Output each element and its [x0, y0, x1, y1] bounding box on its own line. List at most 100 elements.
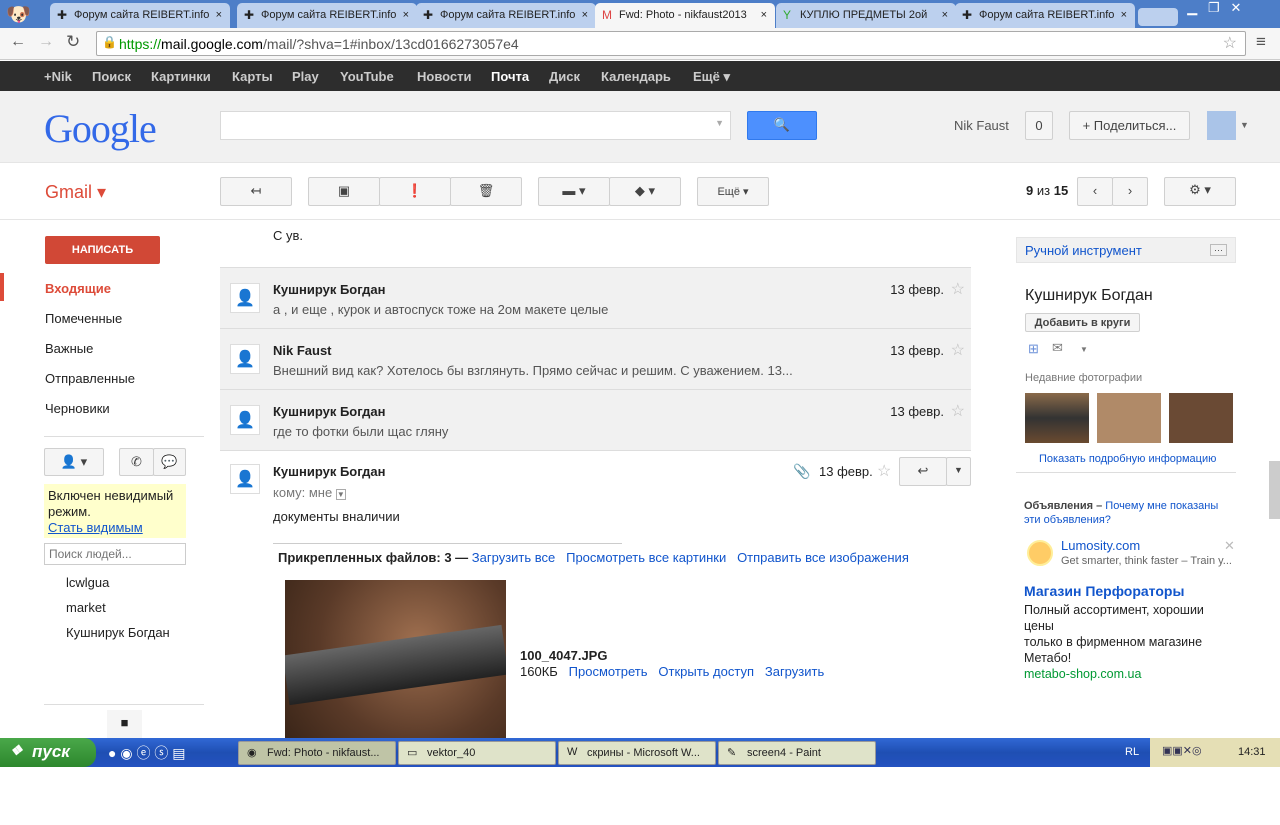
mail-icon[interactable]: ✉ — [1052, 340, 1063, 356]
contact-item[interactable]: market — [66, 600, 106, 615]
star-icon[interactable]: ☆ — [951, 401, 965, 421]
share-button[interactable]: + Поделиться... — [1069, 111, 1190, 140]
view-link[interactable]: Просмотреть — [569, 664, 648, 679]
reload-icon[interactable]: ↻ — [66, 32, 80, 52]
star-icon[interactable]: ☆ — [877, 461, 891, 481]
recent-photo[interactable] — [1097, 393, 1161, 443]
gbar-item[interactable]: Play — [292, 69, 319, 84]
related-header[interactable]: Ручной инструмент ··· — [1016, 237, 1236, 263]
account-avatar[interactable] — [1207, 111, 1236, 140]
reply-button[interactable]: ↩ — [899, 457, 947, 486]
scrollbar-thumb[interactable] — [1269, 461, 1280, 519]
labels-button[interactable]: ◆ ▾ — [609, 177, 681, 206]
download-link[interactable]: Загрузить — [765, 664, 824, 679]
sidebar-item-drafts[interactable]: Черновики — [45, 401, 110, 416]
browser-tab[interactable]: ✚ Форум сайта REIBERT.info × — [237, 3, 417, 28]
gbar-item[interactable]: Карты — [232, 69, 273, 84]
gbar-item-active[interactable]: Почта — [491, 69, 529, 84]
sidebar-item-starred[interactable]: Помеченные — [45, 311, 122, 326]
report-spam-button[interactable]: ❗ — [379, 177, 451, 206]
chat-plus-icon[interactable]: ⊞ — [1028, 341, 1039, 357]
gbar-item[interactable]: Ещё ▾ — [693, 69, 730, 85]
contact-item[interactable]: lcwlgua — [66, 575, 109, 590]
attachment-thumbnail[interactable] — [285, 580, 506, 738]
add-to-circles-button[interactable]: Добавить в круги — [1025, 313, 1140, 332]
forward-icon[interactable]: → — [38, 33, 54, 51]
phone-icon[interactable]: ✆ — [119, 448, 154, 476]
view-all-link[interactable]: Просмотреть все картинки — [566, 550, 726, 565]
delete-button[interactable]: 🗑 — [450, 177, 522, 206]
newer-button[interactable]: ‹ — [1077, 177, 1113, 206]
browser-tab[interactable]: ✚ Форум сайта REIBERT.info × — [50, 3, 230, 28]
chevron-down-icon[interactable]: ▼ — [1240, 120, 1249, 130]
search-input[interactable]: ▼ — [220, 111, 731, 140]
close-tab-icon[interactable]: × — [403, 9, 409, 21]
chat-status-button[interactable]: 👤 ▾ — [44, 448, 104, 476]
contact-name[interactable]: Кушнирук Богдан — [1025, 287, 1153, 305]
be-visible-link[interactable]: Стать видимым — [48, 520, 143, 535]
more-button[interactable]: Ещё ▾ — [697, 177, 769, 206]
sidebar-item-sent[interactable]: Отправленные — [45, 371, 135, 386]
clock[interactable]: 14:31 — [1238, 746, 1266, 758]
sidebar-item-important[interactable]: Важные — [45, 341, 93, 356]
recent-photo[interactable] — [1025, 393, 1089, 443]
download-all-link[interactable]: Загрузить все — [472, 550, 555, 565]
star-icon[interactable]: ☆ — [951, 279, 965, 299]
close-tab-icon[interactable]: × — [582, 9, 588, 21]
share-link[interactable]: Открыть доступ — [658, 664, 754, 679]
recipient-line[interactable]: кому: мне ▼ — [273, 485, 346, 500]
gbar-item[interactable]: Календарь — [601, 69, 671, 84]
recent-photo[interactable] — [1169, 393, 1233, 443]
browser-tab[interactable]: ✚ Форум сайта REIBERT.info × — [955, 3, 1135, 28]
gmail-menu[interactable]: Gmail ▾ — [45, 182, 106, 203]
collapsed-message[interactable]: 👤 Nik Faust Внешний вид как? Хотелось бы в… — [220, 328, 971, 389]
show-details-link[interactable]: Показать подробную информацию — [1039, 453, 1216, 465]
compose-button[interactable]: НАПИСАТЬ — [45, 236, 160, 264]
gbar-item[interactable]: Новости — [417, 69, 472, 84]
sidebar-item-inbox[interactable]: Входящие — [45, 281, 111, 296]
chat-icon[interactable]: 💬 — [153, 448, 186, 476]
archive-button[interactable]: ▣ — [308, 177, 380, 206]
collapsed-message[interactable]: 👤 Кушнирук Богдан а , и еще , курок и авто… — [220, 267, 971, 328]
address-bar[interactable]: 🔒 https://mail.google.com/mail/?shva=1#in… — [96, 31, 1246, 56]
close-tab-icon[interactable]: × — [761, 9, 767, 21]
close-icon[interactable]: ✕ — [1224, 538, 1235, 554]
back-icon[interactable]: ← — [10, 33, 26, 51]
browser-tab-active[interactable]: M Fwd: Photo - nikfaust2013 × — [595, 3, 775, 28]
taskbar-item[interactable]: Wскрины - Microsoft W... — [558, 741, 716, 765]
send-all-link[interactable]: Отправить все изображения — [737, 550, 909, 565]
menu-icon[interactable]: ≡ — [1256, 32, 1266, 52]
settings-button[interactable]: ⚙ ▾ — [1164, 177, 1236, 206]
gbar-item[interactable]: YouTube — [340, 69, 394, 84]
more-actions-button[interactable]: ▼ — [946, 457, 971, 486]
chat-toggle-icon[interactable]: ■ — [107, 710, 142, 738]
close-tab-icon[interactable]: × — [216, 9, 222, 21]
taskbar-item[interactable]: ✎ screen4 - Paint — [718, 741, 876, 765]
back-to-inbox-button[interactable]: ↤ — [220, 177, 292, 206]
close-tab-icon[interactable]: × — [1121, 9, 1127, 21]
taskbar-item[interactable]: ▭ vektor_40 — [398, 741, 556, 765]
notifications-button[interactable]: 0 — [1025, 111, 1053, 140]
gbar-item[interactable]: Диск — [549, 69, 580, 84]
older-button[interactable]: › — [1112, 177, 1148, 206]
profile-avatar-icon[interactable]: 🐶 — [6, 2, 31, 27]
gbar-item[interactable]: Поиск — [92, 69, 131, 84]
language-indicator[interactable]: RL — [1125, 746, 1139, 758]
browser-tab[interactable]: ✚ Форум сайта REIBERT.info × — [416, 3, 596, 28]
ad-title[interactable]: Lumosity.com — [1061, 538, 1140, 553]
bookmark-star-icon[interactable]: ☆ — [1223, 33, 1237, 53]
google-logo[interactable]: Google — [44, 105, 157, 152]
dropdown-icon[interactable]: ▼ — [715, 118, 724, 128]
new-tab-button[interactable] — [1138, 8, 1178, 26]
star-icon[interactable]: ☆ — [951, 340, 965, 360]
close-tab-icon[interactable]: × — [942, 9, 948, 21]
gbar-item[interactable]: +Nik — [44, 69, 72, 84]
chevron-down-icon[interactable]: ▼ — [1080, 345, 1088, 354]
ad-title[interactable]: Магазин Перфораторы — [1024, 583, 1184, 599]
sender-name[interactable]: Кушнирук Богдан — [273, 464, 386, 479]
quick-launch-icons[interactable]: ● ◉ ⓔ ⓢ ▤ — [108, 743, 185, 763]
user-name[interactable]: Nik Faust — [954, 118, 1009, 133]
move-to-button[interactable]: ▬ ▾ — [538, 177, 610, 206]
search-people-input[interactable] — [44, 543, 186, 565]
gbar-item[interactable]: Картинки — [151, 69, 211, 84]
